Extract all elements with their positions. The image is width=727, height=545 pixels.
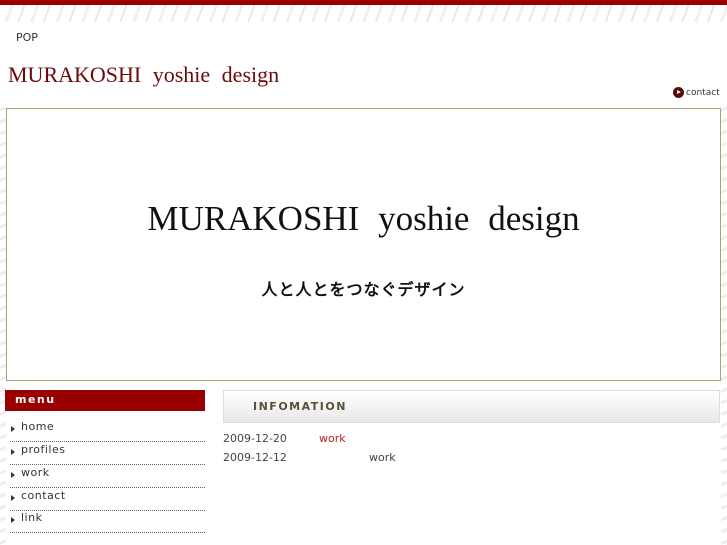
contact-link[interactable]: contact — [673, 87, 720, 98]
menu-item-work[interactable]: work — [10, 465, 205, 488]
info-row: 2009-12-20 work — [223, 432, 346, 445]
info-header: INFOMATION — [223, 390, 720, 423]
side-pattern-right — [721, 100, 727, 545]
hero-subtitle: 人と人とをつなぐデザイン — [261, 280, 466, 299]
hero-banner: MURAKOSHI yoshie design 人と人とをつなぐデザイン — [6, 108, 721, 381]
site-title[interactable]: MURAKOSHI yoshie design — [8, 62, 279, 88]
info-link[interactable]: work — [319, 432, 346, 445]
info-date: 2009-12-12 — [223, 451, 287, 464]
menu-item-contact[interactable]: contact — [10, 488, 205, 511]
arrow-circle-icon — [673, 87, 684, 98]
menu-header: menu — [5, 390, 205, 411]
hero-title: MURAKOSHI yoshie design — [147, 199, 580, 238]
info-row: 2009-12-12 work — [223, 451, 396, 464]
floral-pattern-band — [0, 5, 727, 22]
menu-item-profiles[interactable]: profiles — [10, 442, 205, 465]
info-link[interactable]: work — [369, 451, 396, 464]
contact-label: contact — [686, 87, 720, 98]
menu-item-home[interactable]: home — [10, 419, 205, 442]
menu-item-link[interactable]: link — [10, 510, 205, 533]
info-date: 2009-12-20 — [223, 432, 287, 445]
pop-label: POP — [16, 31, 38, 44]
